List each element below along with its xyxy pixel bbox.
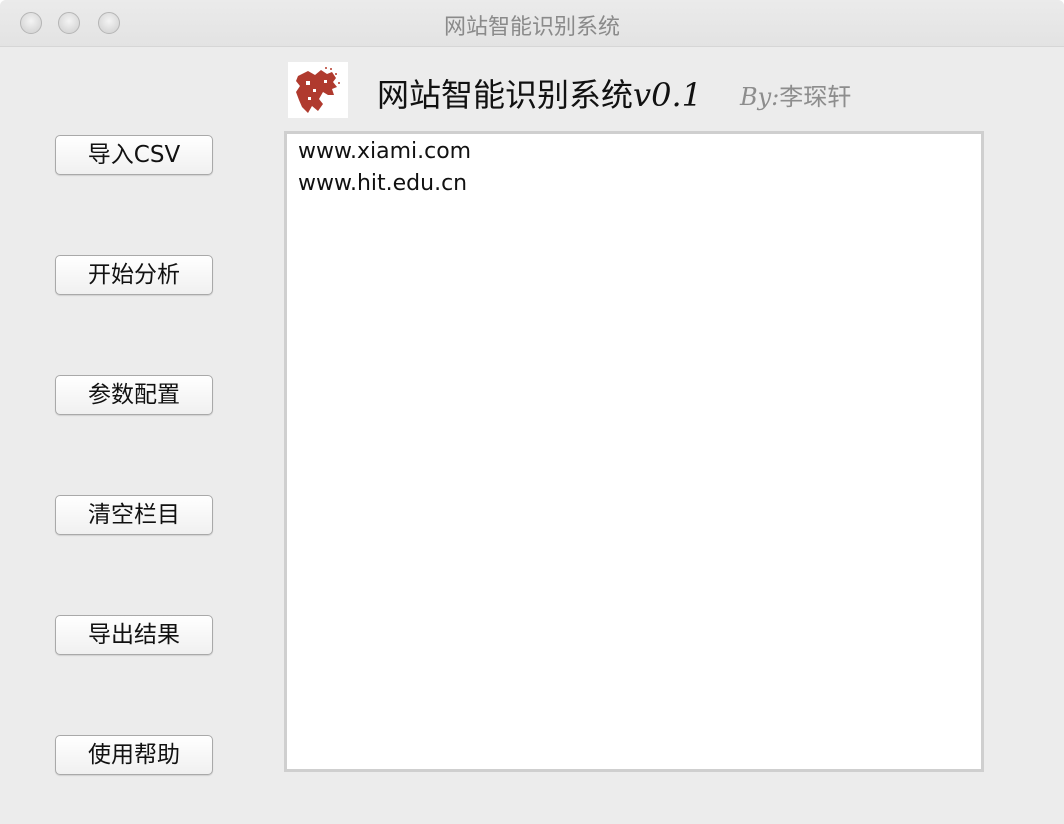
list-item[interactable]: www.hit.edu.cn: [298, 171, 467, 196]
title-bar[interactable]: 网站智能识别系统: [0, 0, 1064, 47]
author-name: 李琛轩: [779, 83, 852, 111]
url-list[interactable]: www.xiami.com www.hit.edu.cn: [284, 131, 984, 772]
app-title-text: 网站智能识别系统: [377, 76, 634, 114]
start-analysis-button[interactable]: 开始分析: [55, 255, 213, 295]
author-credit: By:李琛轩: [740, 77, 851, 112]
list-item[interactable]: www.xiami.com: [298, 139, 471, 164]
app-version: v0.1: [633, 76, 702, 114]
help-button[interactable]: 使用帮助: [55, 735, 213, 775]
window-title: 网站智能识别系统: [443, 15, 620, 40]
dragon-logo-icon: [288, 62, 348, 118]
app-title: 网站智能识别系统v0.1: [377, 70, 702, 116]
clear-list-button[interactable]: 清空栏目: [55, 495, 213, 535]
author-prefix: By:: [740, 83, 780, 111]
export-results-button[interactable]: 导出结果: [55, 615, 213, 655]
app-window: 网站智能识别系统 网站智能识别系统v0.1 By:李琛轩 导入CSV 开始分析 …: [0, 0, 1064, 824]
import-csv-button[interactable]: 导入CSV: [55, 135, 213, 175]
parameter-config-button[interactable]: 参数配置: [55, 375, 213, 415]
